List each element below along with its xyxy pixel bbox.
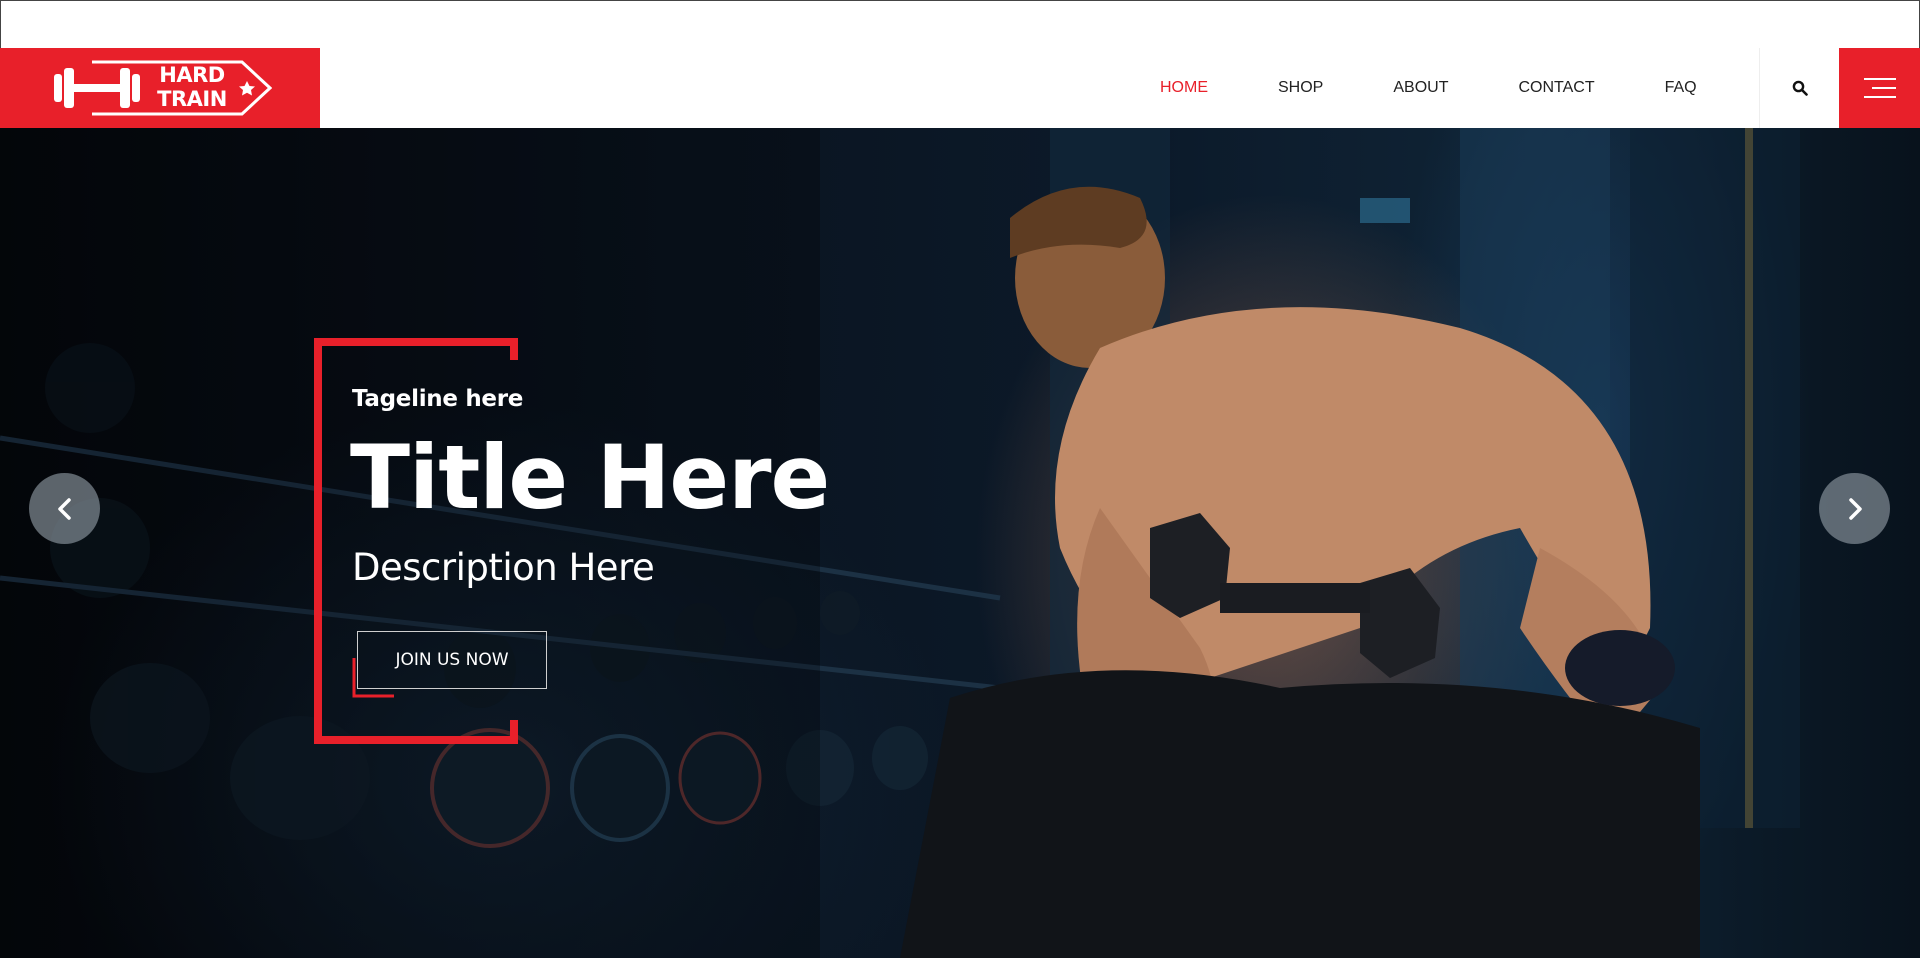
- slider-prev-button[interactable]: [29, 473, 100, 544]
- logo-line-2: TRAIN: [157, 87, 227, 111]
- join-us-button[interactable]: JOIN US NOW: [357, 631, 547, 689]
- hero-description: Description Here: [352, 546, 655, 589]
- logo-badge: HARD TRAIN: [52, 58, 273, 118]
- slider-next-button[interactable]: [1819, 473, 1890, 544]
- search-button[interactable]: [1759, 48, 1839, 128]
- search-icon: [1792, 80, 1808, 96]
- nav-item-shop[interactable]: SHOP: [1278, 79, 1323, 97]
- nav-item-about[interactable]: ABOUT: [1393, 79, 1448, 97]
- logo[interactable]: HARD TRAIN: [0, 48, 320, 128]
- site-header: HARD TRAIN HOME SHOP ABOUT CONTACT FAQ: [0, 48, 1920, 128]
- logo-line-1: HARD: [159, 63, 225, 87]
- hero-slider: Tageline here Title Here Description Her…: [0, 128, 1920, 958]
- menu-button[interactable]: [1839, 48, 1920, 128]
- nav-item-contact[interactable]: CONTACT: [1518, 79, 1594, 97]
- browser-top-strip: [0, 0, 1920, 48]
- hero-tagline: Tageline here: [352, 386, 524, 412]
- chevron-left-icon: [57, 497, 71, 520]
- nav-item-home[interactable]: HOME: [1160, 79, 1208, 97]
- hero-title: Title Here: [350, 426, 830, 529]
- hamburger-menu-icon: [1863, 78, 1896, 98]
- nav-item-faq[interactable]: FAQ: [1665, 79, 1697, 97]
- chevron-right-icon: [1848, 497, 1862, 520]
- hero-background-image: [0, 128, 1800, 958]
- main-nav: HOME SHOP ABOUT CONTACT FAQ: [1160, 48, 1767, 128]
